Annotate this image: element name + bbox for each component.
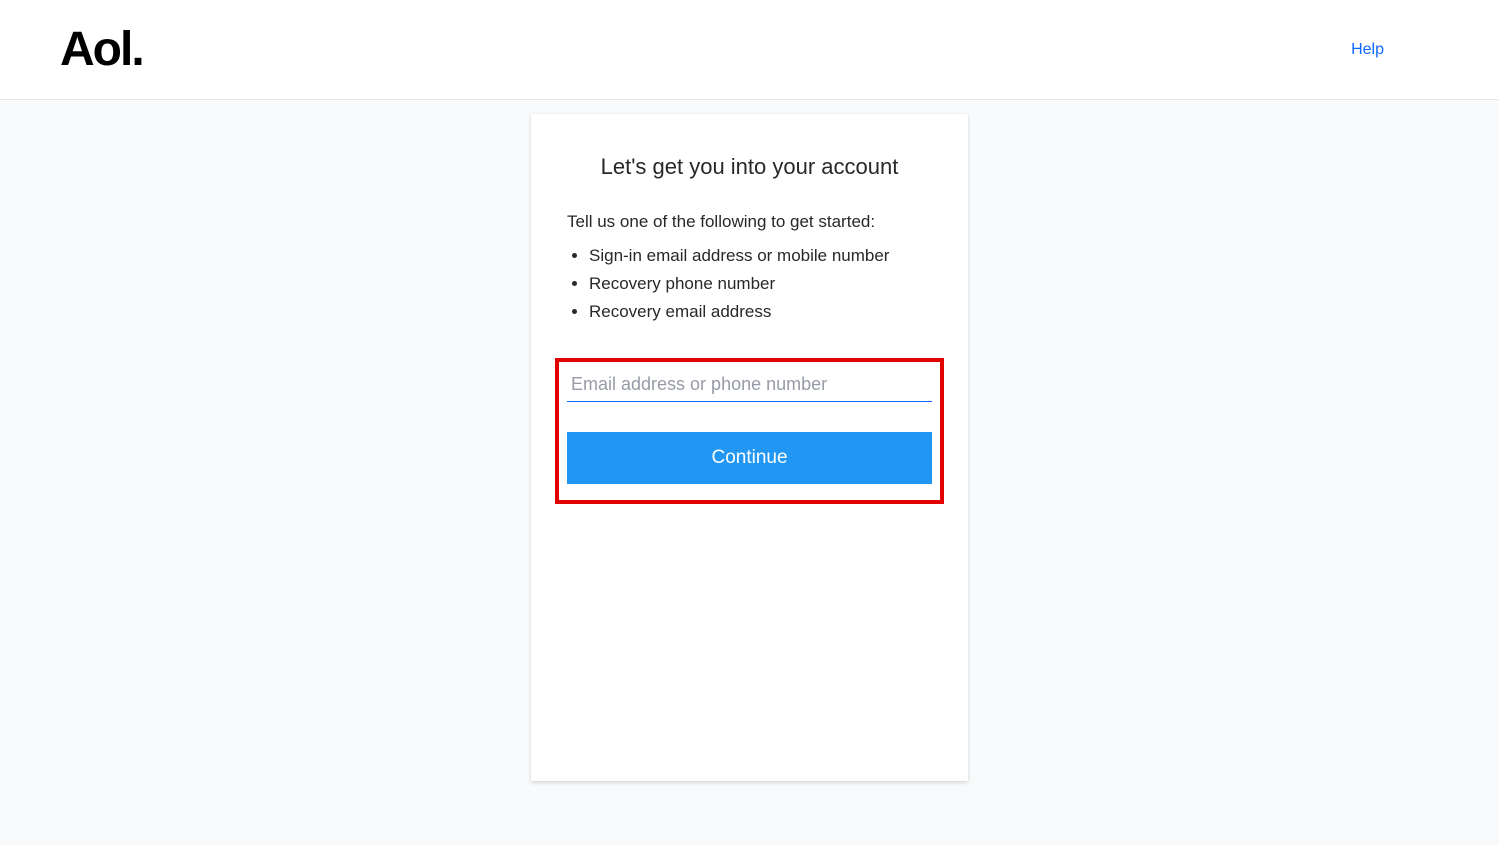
help-link[interactable]: Help [1351, 41, 1439, 59]
highlight-annotation-box: Continue [555, 358, 944, 504]
list-item: Recovery email address [589, 298, 932, 326]
email-or-phone-input[interactable] [567, 368, 932, 402]
account-recovery-card: Let's get you into your account Tell us … [531, 114, 968, 781]
continue-button[interactable]: Continue [567, 432, 932, 484]
main-content: Let's get you into your account Tell us … [0, 100, 1499, 781]
aol-logo: Aol. [60, 22, 143, 77]
card-title: Let's get you into your account [567, 154, 932, 180]
card-subtitle: Tell us one of the following to get star… [567, 212, 932, 232]
list-item: Sign-in email address or mobile number [589, 242, 932, 270]
list-item: Recovery phone number [589, 270, 932, 298]
header: Aol. Help [0, 0, 1499, 100]
options-list: Sign-in email address or mobile number R… [567, 242, 932, 326]
